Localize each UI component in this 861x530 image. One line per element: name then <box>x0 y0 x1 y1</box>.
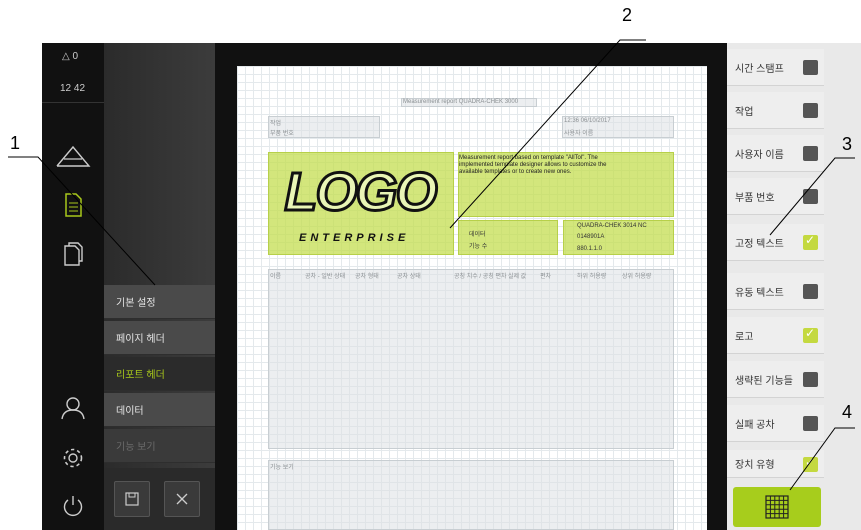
callout-lines <box>8 39 855 491</box>
callout-3: 3 <box>842 134 853 154</box>
callout-1: 1 <box>10 133 21 153</box>
callout-2: 2 <box>622 5 633 25</box>
callout-4: 4 <box>842 402 853 422</box>
screen: △ 0 12 42 기본 설정 페이지 헤더 리포트 헤더 데이터 기능 보기 … <box>0 0 861 530</box>
